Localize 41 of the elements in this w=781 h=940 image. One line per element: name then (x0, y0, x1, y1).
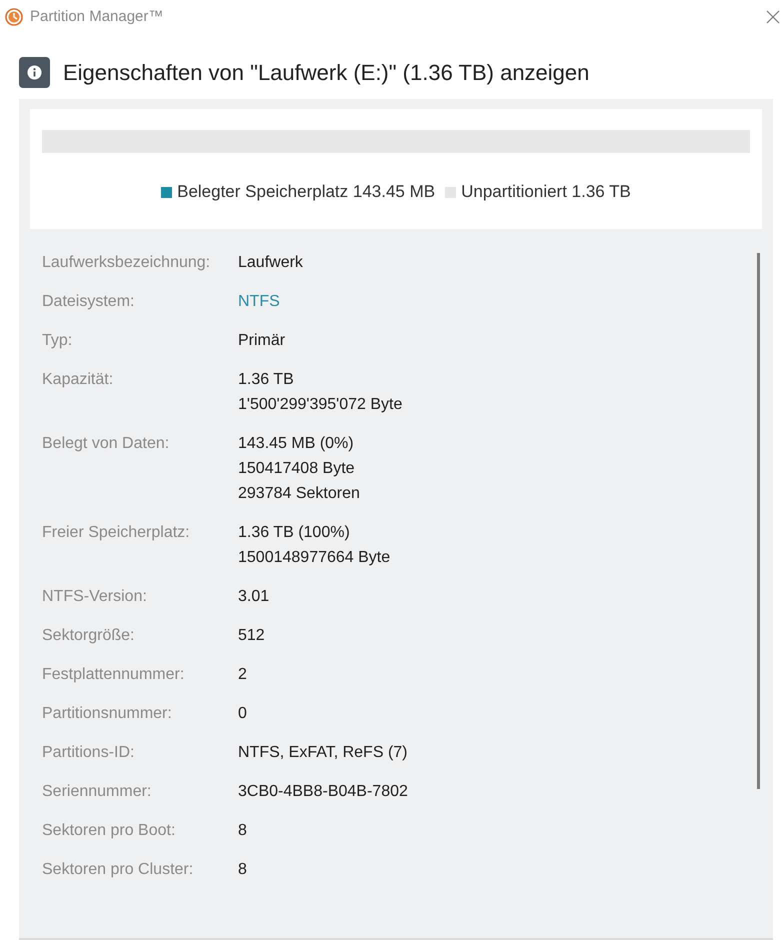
property-label: Kapazität: (42, 370, 114, 390)
property-value: 293784 Sektoren (238, 484, 360, 504)
legend-label: Belegter Speicherplatz 143.45 MB (177, 181, 436, 203)
property-label: Belegt von Daten: (42, 434, 170, 454)
window-title: Partition Manager™ (30, 6, 164, 27)
clock-logo-icon (5, 8, 23, 26)
property-value: 1.36 TB (238, 370, 295, 390)
property-value: 8 (238, 821, 247, 841)
close-button[interactable] (765, 9, 781, 25)
property-label: Sektoren pro Boot: (42, 821, 176, 841)
close-icon (766, 10, 780, 24)
property-value: 1500148977664 Byte (238, 548, 390, 568)
property-label: Partitionsnummer: (42, 704, 173, 724)
property-value: 0 (238, 704, 247, 724)
property-value: 3CB0-4BB8-B04B-7802 (238, 782, 408, 802)
property-value: 3.01 (238, 587, 270, 607)
property-value: 1.36 TB (100%) (238, 523, 351, 543)
property-value: Laufwerk (238, 253, 303, 273)
property-value: 8 (238, 860, 247, 880)
property-label: Freier Speicherplatz: (42, 523, 191, 543)
property-label: Sektorgröße: (42, 626, 136, 646)
property-label: Partitions-ID: (42, 743, 136, 763)
property-label: Laufwerksbezeichnung: (42, 253, 212, 273)
property-label: Dateisystem: (42, 292, 136, 312)
property-label: Seriennummer: (42, 782, 152, 802)
property-link[interactable]: NTFS (238, 289, 280, 314)
legend-label: Unpartitioniert 1.36 TB (461, 181, 631, 203)
property-label: NTFS-Version: (42, 587, 148, 607)
info-icon (19, 57, 50, 88)
property-value: 1'500'299'395'072 Byte (238, 395, 402, 415)
property-value: 143.45 MB (0%) (238, 434, 355, 454)
property-label: Festplattennummer: (42, 665, 186, 685)
property-label: Sektoren pro Cluster: (42, 860, 194, 880)
property-value: 150417408 Byte (238, 459, 356, 479)
scrollbar-thumb[interactable] (757, 253, 760, 789)
dialog-title: Eigenschaften von "Laufwerk (E:)" (1.36 TB) anzeigen (63, 59, 590, 87)
property-value: 2 (238, 665, 247, 685)
property-value: Primär (238, 331, 286, 351)
property-label: Typ: (42, 331, 74, 351)
property-value: 512 (238, 626, 265, 646)
property-value: NTFS, ExFAT, ReFS (7) (238, 743, 408, 763)
